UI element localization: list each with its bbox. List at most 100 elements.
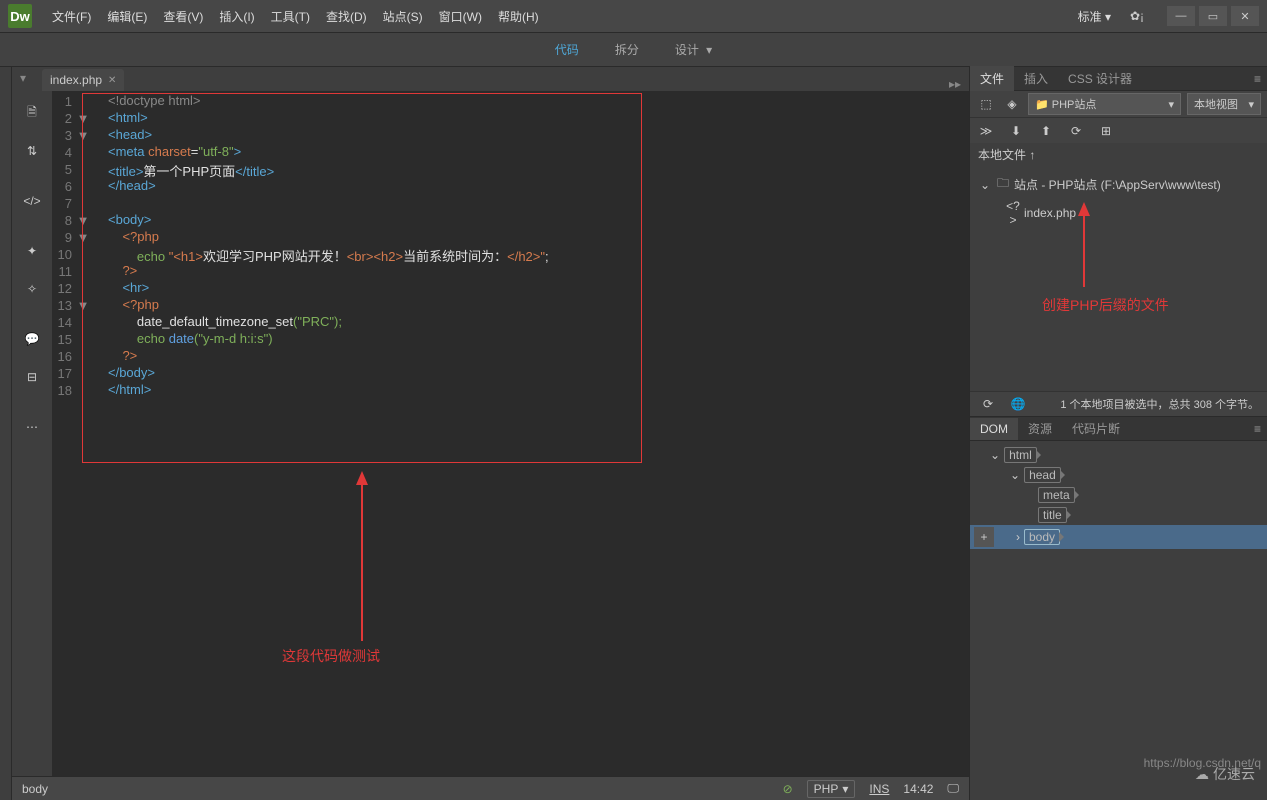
left-strip [0, 67, 12, 800]
files-status-text: 1 个本地项目被选中，总共 308 个字节。 [1038, 396, 1259, 412]
wand-icon[interactable]: ✦ [22, 241, 42, 261]
php-file-icon: <?> [1006, 199, 1020, 227]
site-root-row[interactable]: ⌄ 🗀 站点 - PHP站点 (F:\AppServ\www\test) [970, 172, 1267, 197]
tab-list-icon[interactable]: ▾ [20, 71, 26, 85]
code-nav-icon[interactable]: </> [22, 191, 42, 211]
dom-body-row[interactable]: + › body [970, 525, 1267, 549]
window-controls: — ▭ ✕ [1167, 6, 1259, 26]
expand-icon[interactable]: ⊞ [1096, 121, 1116, 141]
menubar-left: Dw 文件(F) 编辑(E) 查看(V) 插入(I) 工具(T) 查找(D) 站… [8, 2, 547, 31]
menu-items: 文件(F) 编辑(E) 查看(V) 插入(I) 工具(T) 查找(D) 站点(S… [44, 2, 547, 31]
gutter: 1 2▼ 3▼ 4 5 6 7 8▼ 9▼ 10 11 12 13▼ 14 15… [52, 93, 108, 399]
dom-head-row[interactable]: ⌄head [970, 465, 1267, 485]
chevron-down-icon: ⌄ [978, 178, 992, 192]
site-root-label: 站点 - PHP站点 (F:\AppServ\www\test) [1014, 176, 1221, 193]
arrow-up-icon [1074, 202, 1094, 292]
resources-tab[interactable]: 资源 [1018, 416, 1062, 441]
menu-edit[interactable]: 编辑(E) [99, 2, 155, 31]
files-tab[interactable]: 文件 [970, 66, 1014, 91]
breadcrumb[interactable]: body [22, 782, 48, 796]
dom-html-row[interactable]: ⌄html [970, 445, 1267, 465]
menu-file[interactable]: 文件(F) [44, 2, 99, 31]
file-tree: ⌄ 🗀 站点 - PHP站点 (F:\AppServ\www\test) <?>… [970, 166, 1267, 235]
insert-tab[interactable]: 插入 [1014, 66, 1058, 91]
minimize-button[interactable]: — [1167, 6, 1195, 26]
app-logo: Dw [8, 4, 32, 28]
local-files-header[interactable]: 本地文件 ↑ [970, 143, 1267, 166]
format-icon[interactable]: ✧ [22, 279, 42, 299]
dom-meta-row[interactable]: meta [970, 485, 1267, 505]
insert-mode[interactable]: INS [869, 782, 889, 796]
view-design-tab[interactable]: 设计 ▾ [667, 37, 720, 62]
file-row-index[interactable]: <?> index.php [970, 197, 1267, 229]
menu-tools[interactable]: 工具(T) [263, 2, 318, 31]
view-selector[interactable]: 本地视图▾ [1187, 93, 1261, 115]
status-time: 14:42 [903, 782, 933, 796]
files-footer: ⟳ 🌐 1 个本地项目被选中，总共 308 个字节。 [970, 391, 1267, 417]
globe-icon[interactable]: 🌐 [1008, 394, 1028, 414]
close-tab-icon[interactable]: ✕ [108, 75, 116, 86]
sync-settings-icon[interactable]: ✿¡ [1127, 6, 1147, 26]
file-annotation: 创建PHP后缀的文件 [1042, 295, 1169, 315]
editor-left-toolbar: 🗎 ⇅ </> ✦ ✧ 💬 ⊟ ⋯ [12, 91, 52, 776]
preview-icon[interactable]: 🖵 [947, 781, 959, 796]
status-check-icon[interactable]: ⊘ [783, 782, 793, 796]
chevron-down-icon: ▾ [703, 43, 712, 57]
server-icon[interactable]: ◈ [1002, 94, 1022, 114]
main-area: ▾ index.php ✕ ▸▸ 🗎 ⇅ </> ✦ ✧ 💬 ⊟ ⋯ 1 [0, 67, 1267, 800]
yisu-logo: ☁亿速云 [1195, 764, 1255, 784]
arrow-up-icon [352, 471, 372, 651]
file-mgmt-icon[interactable]: 🗎 [22, 103, 42, 123]
folder-icon: 🗀 [996, 174, 1010, 195]
get-icon[interactable]: ⬇ [1006, 121, 1026, 141]
restore-button[interactable]: ▭ [1199, 6, 1227, 26]
code-annotation: 这段代码做测试 [282, 646, 380, 666]
status-bar: body ⊘ PHP ▾ INS 14:42 🖵 [12, 776, 969, 800]
files-toolbar2: ≫ ⬇ ⬆ ⟳ ⊞ [970, 117, 1267, 143]
files-toolbar: ⬚ ◈ 📁 PHP站点▾ 本地视图▾ [970, 91, 1267, 117]
lang-selector[interactable]: PHP ▾ [807, 780, 856, 798]
add-node-icon[interactable]: + [974, 527, 994, 547]
editor-body: 🗎 ⇅ </> ✦ ✧ 💬 ⊟ ⋯ 1 2▼ 3▼ 4 5 6 7 8▼ [12, 91, 969, 776]
panel-menu-icon[interactable]: ≡ [1254, 422, 1261, 436]
chevron-down-icon: ⌄ [1010, 468, 1020, 482]
menu-find[interactable]: 查找(D) [318, 2, 375, 31]
files-panel-tabs: 文件 插入 CSS 设计器 ≡ [970, 67, 1267, 91]
menu-insert[interactable]: 插入(I) [211, 2, 262, 31]
collapse-icon[interactable]: ⊟ [22, 367, 42, 387]
dom-title-row[interactable]: title [970, 505, 1267, 525]
file-label: index.php [1024, 206, 1076, 220]
cloud-icon: ☁ [1195, 766, 1209, 783]
close-button[interactable]: ✕ [1231, 6, 1259, 26]
comment-icon[interactable]: 💬 [22, 329, 42, 349]
view-toolbar: 代码 拆分 设计 ▾ [0, 33, 1267, 67]
file-tab-index[interactable]: index.php ✕ [42, 69, 124, 91]
menu-window[interactable]: 窗口(W) [431, 2, 490, 31]
view-code-tab[interactable]: 代码 [547, 37, 587, 62]
layout-dropdown[interactable]: 标准 ▾ [1070, 2, 1119, 31]
snippets-tab[interactable]: 代码片断 [1062, 416, 1130, 441]
ftp-icon[interactable]: ⬚ [976, 94, 996, 114]
more-icon[interactable]: ⋯ [22, 417, 42, 437]
menubar-right: 标准 ▾ ✿¡ — ▭ ✕ [1070, 2, 1259, 31]
view-split-tab[interactable]: 拆分 [607, 37, 647, 62]
menu-view[interactable]: 查看(V) [155, 2, 211, 31]
connect-icon[interactable]: ≫ [976, 121, 996, 141]
css-designer-tab[interactable]: CSS 设计器 [1058, 66, 1142, 91]
dom-tree: ⌄html ⌄head meta title + › body [970, 441, 1267, 553]
right-panel: 文件 插入 CSS 设计器 ≡ ⬚ ◈ 📁 PHP站点▾ 本地视图▾ ≫ ⬇ ⬆… [969, 67, 1267, 800]
tab-overflow-icon[interactable]: ▸▸ [949, 77, 961, 91]
code-editor[interactable]: 1 2▼ 3▼ 4 5 6 7 8▼ 9▼ 10 11 12 13▼ 14 15… [52, 91, 969, 776]
file-tab-label: index.php [50, 73, 102, 87]
dom-tab[interactable]: DOM [970, 418, 1018, 440]
sync-icon[interactable]: ⟳ [1066, 121, 1086, 141]
main-menubar: Dw 文件(F) 编辑(E) 查看(V) 插入(I) 工具(T) 查找(D) 站… [0, 0, 1267, 33]
panel-menu-icon[interactable]: ≡ [1254, 72, 1261, 86]
code-content: <!doctype html> <html> <head> <meta char… [108, 93, 549, 399]
menu-site[interactable]: 站点(S) [375, 2, 431, 31]
menu-help[interactable]: 帮助(H) [490, 2, 547, 31]
refresh-icon[interactable]: ⟳ [978, 394, 998, 414]
put-icon[interactable]: ⬆ [1036, 121, 1056, 141]
site-selector[interactable]: 📁 PHP站点▾ [1028, 93, 1181, 115]
git-icon[interactable]: ⇅ [22, 141, 42, 161]
